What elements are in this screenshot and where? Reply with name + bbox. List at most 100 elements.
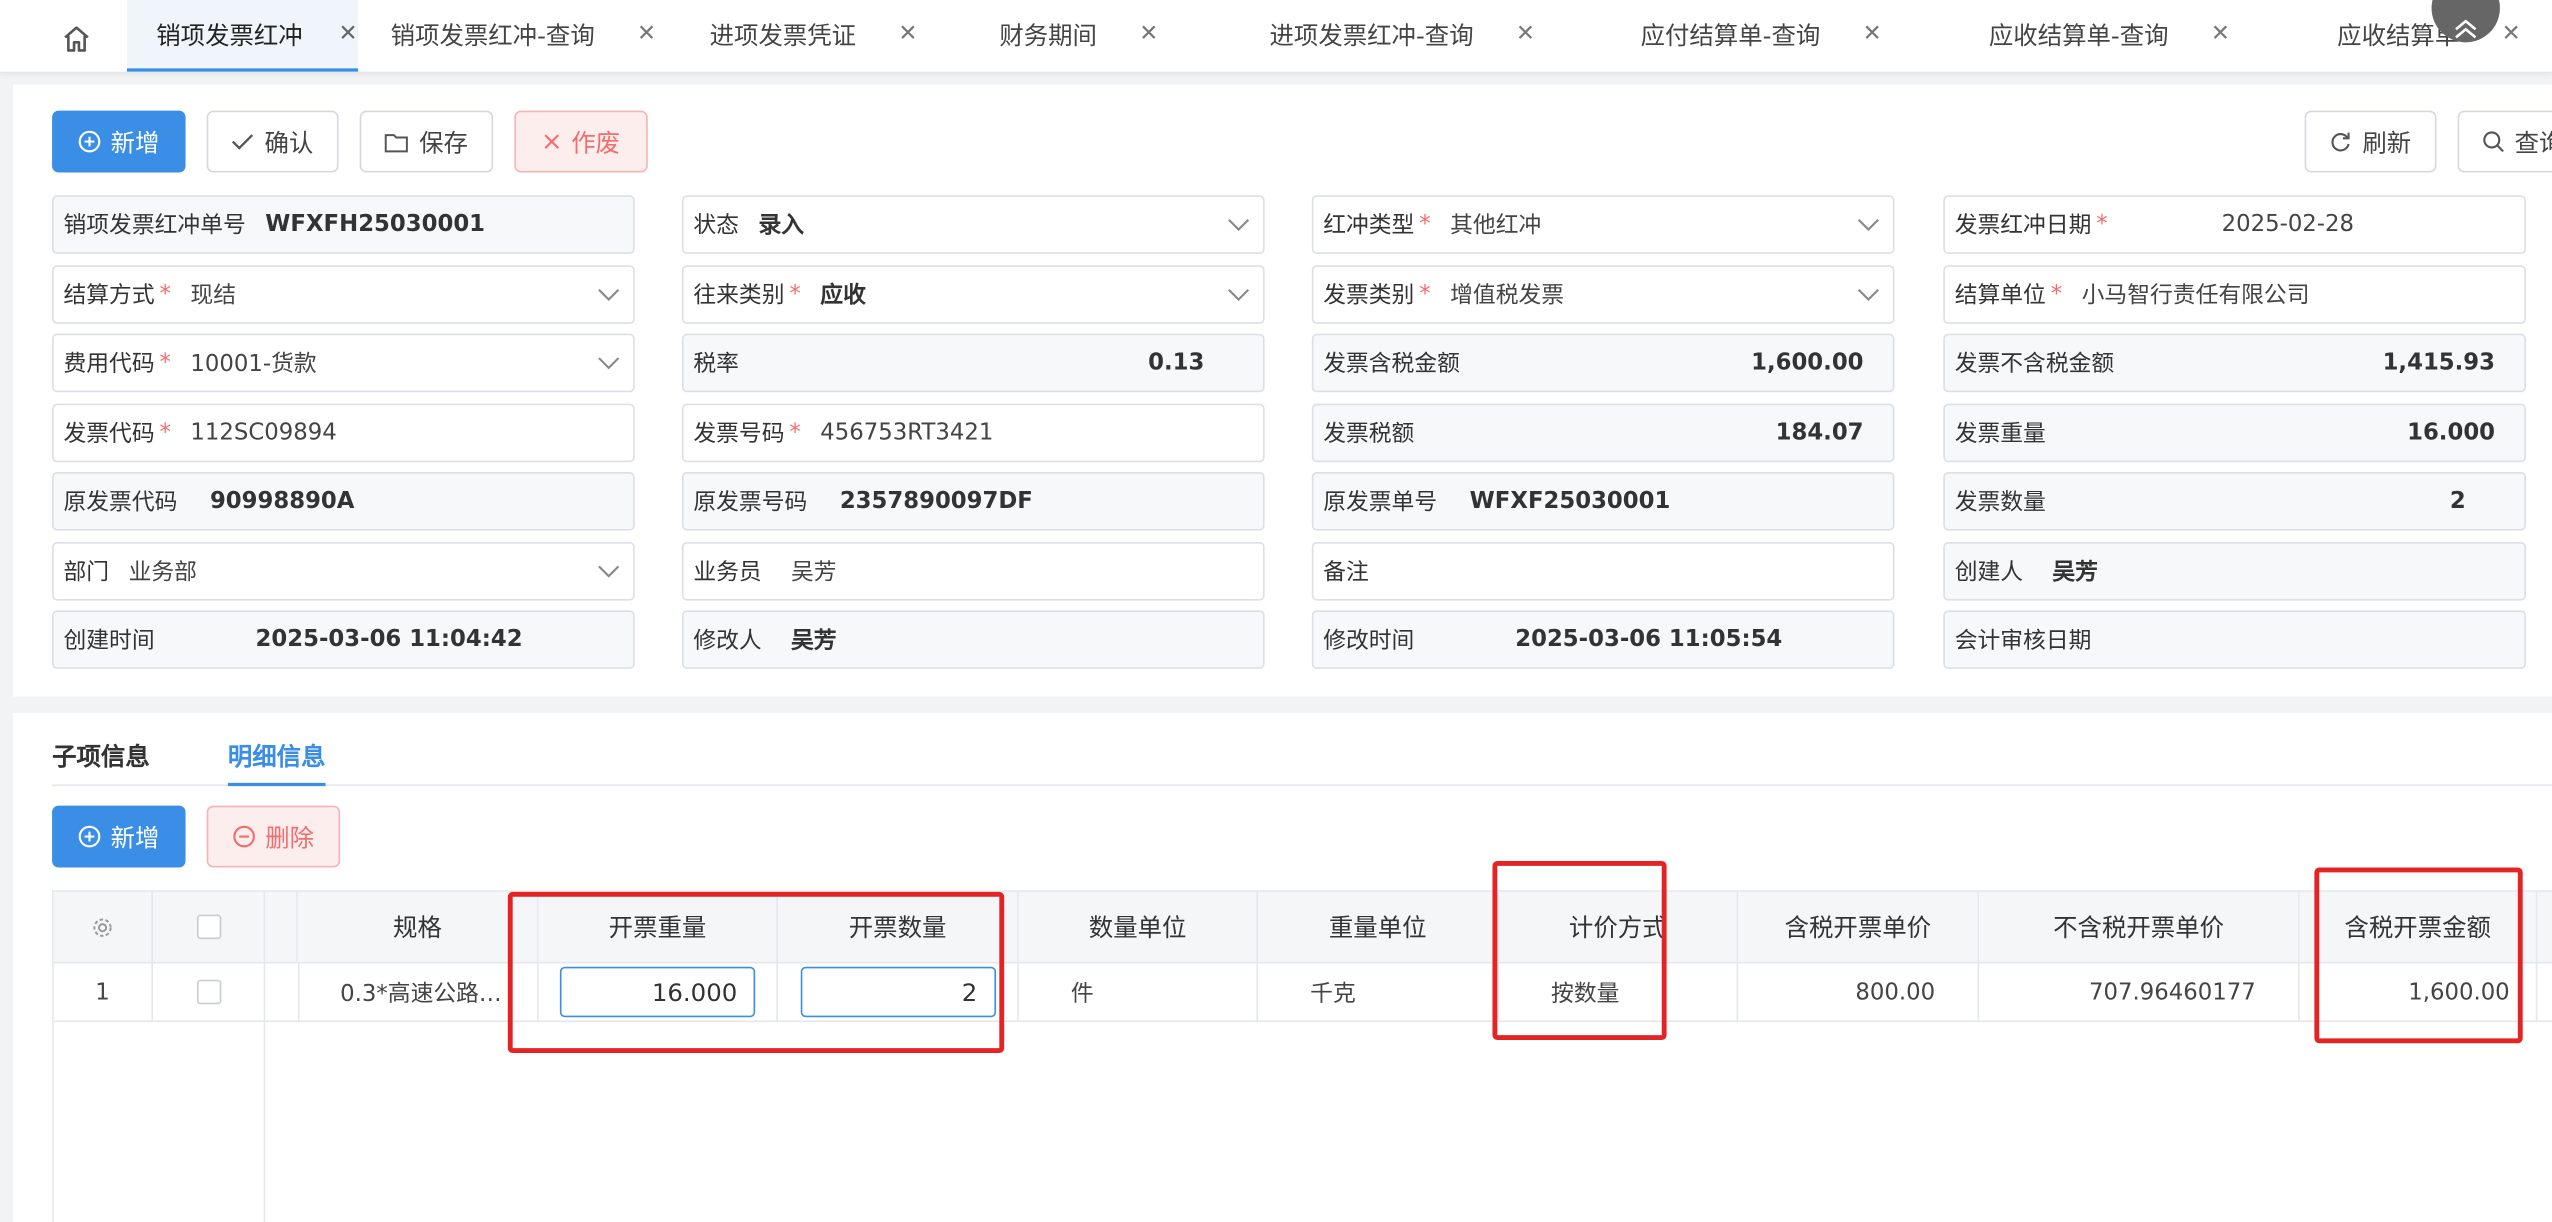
tab-payable-query[interactable]: 应付结算单-查询 ✕ (1588, 0, 1936, 68)
column-header-pricing-method[interactable]: 计价方式 (1498, 891, 1739, 964)
column-header-notax-unit-price[interactable]: 不含税开票单价 (1979, 891, 2300, 964)
modify-time-field[interactable]: 修改时间 2025-03-06 11:05:54 (1311, 610, 1895, 669)
settlement-method-select[interactable]: 结算方式 * 现结 (52, 265, 635, 324)
detail-delete-button[interactable]: 删除 (206, 805, 341, 868)
select-all-checkbox[interactable] (196, 914, 221, 940)
deal-type-select[interactable]: 往来类别 * 应收 (681, 265, 1265, 324)
status-select[interactable]: 状态 录入 (681, 195, 1265, 254)
remark-field[interactable]: 备注 (1311, 541, 1895, 601)
column-header-tax-unit-price[interactable]: 含税开票单价 (1738, 891, 1980, 964)
tab-label: 销项发票红冲-查询 (390, 20, 595, 50)
field-value: 录入 (758, 213, 805, 240)
close-icon[interactable]: ✕ (1139, 21, 1158, 47)
select-all-header[interactable] (152, 891, 266, 964)
confirm-button[interactable]: 确认 (206, 110, 339, 173)
close-icon[interactable]: ✕ (1516, 21, 1535, 47)
minus-circle-icon (233, 825, 255, 848)
field-value: 2025-03-06 11:04:42 (255, 626, 523, 653)
invoice-tax-amount-field[interactable]: 发票含税金额 1,600.00 (1311, 333, 1895, 393)
detail-add-button[interactable]: 新增 (52, 805, 186, 868)
tab-label: 进项发票红冲-查询 (1269, 20, 1474, 50)
tab-detail-info[interactable]: 明细信息 (228, 739, 326, 773)
cell-tax-unit-price[interactable]: 800.00 (1738, 963, 1980, 1023)
column-header-invoice-qty[interactable]: 开票数量 (777, 891, 1019, 964)
save-button[interactable]: 保存 (359, 110, 494, 173)
home-icon[interactable] (46, 13, 108, 65)
creator-field[interactable]: 创建人 吴芳 (1943, 541, 2526, 601)
tab-receivable-query[interactable]: 应收结算单-查询 ✕ (1937, 0, 2285, 68)
invoice-weight-field[interactable]: 发票重量 16.000 (1943, 403, 2526, 463)
detail-add-label: 新增 (110, 822, 160, 853)
create-time-field[interactable]: 创建时间 2025-03-06 11:04:42 (52, 610, 635, 669)
tab-divider (52, 784, 2552, 787)
invoice-weight-input[interactable]: 16.000 (559, 966, 756, 1018)
row-checkbox[interactable] (196, 979, 221, 1005)
settlement-unit-field[interactable]: 结算单位 * 小马智行责任有限公司 (1943, 265, 2526, 324)
column-header-spec[interactable]: 规格 (297, 891, 539, 964)
search-icon (2483, 131, 2504, 153)
tab-purchase-invoice-red-query[interactable]: 进项发票红冲-查询 ✕ (1217, 0, 1588, 68)
required-mark: * (159, 349, 171, 376)
refresh-button[interactable]: 刷新 (2304, 110, 2437, 173)
invoice-qty-input[interactable]: 2 (799, 966, 996, 1018)
invoice-tax-field[interactable]: 发票税额 184.07 (1311, 403, 1895, 463)
tab-sub-items[interactable]: 子项信息 (52, 739, 150, 773)
close-icon[interactable]: ✕ (898, 21, 917, 47)
tab-fiscal-period[interactable]: 财务期间 ✕ (947, 0, 1217, 68)
red-type-select[interactable]: 红冲类型 * 其他红冲 (1311, 195, 1895, 254)
column-header-invoice-weight[interactable]: 开票重量 (538, 891, 778, 964)
column-header-weight-unit[interactable]: 重量单位 (1258, 891, 1499, 964)
original-invoice-number-field[interactable]: 原发票号码 2357890097DF (681, 471, 1265, 531)
close-icon[interactable]: ✕ (2211, 21, 2230, 47)
close-icon[interactable]: ✕ (339, 21, 358, 47)
field-label: 发票数量 (1954, 489, 2046, 516)
cell-weight-unit[interactable]: 千克 (1258, 963, 1499, 1023)
salesperson-field[interactable]: 业务员 吴芳 (681, 541, 1265, 601)
invoice-code-field[interactable]: 发票代码 * 112SC09894 (52, 403, 635, 463)
cell-invoice-weight[interactable]: 16.000 (538, 963, 778, 1023)
department-select[interactable]: 部门 业务部 (52, 541, 635, 601)
invoice-number-field[interactable]: 发票号码 * 456753RT3421 (681, 403, 1265, 463)
red-date-field[interactable]: 发票红冲日期 * 2025-02-28 (1943, 195, 2526, 254)
invoice-quantity-field[interactable]: 发票数量 2 (1943, 471, 2526, 531)
void-button[interactable]: 作废 (514, 110, 648, 173)
invoice-notax-amount-field[interactable]: 发票不含税金额 1,415.93 (1943, 333, 2526, 393)
close-icon[interactable]: ✕ (637, 21, 656, 47)
field-value: 1,415.93 (2382, 349, 2496, 376)
required-mark: * (2096, 211, 2108, 238)
tab-sales-invoice-red[interactable]: 销项发票红冲 ✕ (126, 0, 359, 72)
tab-purchase-invoice-voucher[interactable]: 进项发票凭证 ✕ (684, 0, 948, 68)
fee-code-select[interactable]: 费用代码 * 10001-货款 (52, 333, 635, 393)
required-mark: * (789, 281, 801, 308)
invoice-type-select[interactable]: 发票类别 * 增值税发票 (1311, 265, 1895, 324)
original-invoice-no-field[interactable]: 原发票单号 WFXF25030001 (1311, 471, 1895, 531)
cell-notax-unit-price[interactable]: 707.96460177 (1979, 963, 2300, 1023)
cell-pricing-method[interactable]: 按数量 (1498, 963, 1739, 1023)
column-header-qty-unit[interactable]: 数量单位 (1018, 891, 1259, 964)
cell-invoice-qty[interactable]: 2 (777, 963, 1019, 1023)
close-icon (544, 134, 559, 149)
field-value: 吴芳 (790, 628, 837, 655)
tax-rate-field[interactable]: 税率 0.13 (681, 333, 1265, 393)
cell-tax-amount[interactable]: 1,600.00 (2299, 963, 2538, 1023)
row-spacer (265, 963, 300, 1023)
field-label: 修改时间 (1323, 628, 1415, 655)
refresh-icon (2332, 132, 2351, 152)
query-button[interactable]: 查询 (2457, 110, 2552, 173)
close-icon[interactable]: ✕ (2502, 21, 2521, 47)
save-button-label: 保存 (419, 127, 468, 158)
close-icon[interactable]: ✕ (1863, 21, 1882, 47)
tab-receivable[interactable]: 应收结算单 ✕ (2285, 0, 2552, 68)
audit-date-field[interactable]: 会计审核日期 (1943, 610, 2526, 669)
row-checkbox-cell[interactable] (152, 963, 266, 1023)
invoice-red-no-field[interactable]: 销项发票红冲单号 WFXFH25030001 (52, 195, 635, 254)
original-invoice-code-field[interactable]: 原发票代码 90998890A (52, 471, 635, 531)
field-value: 456753RT3421 (820, 419, 994, 446)
modifier-field[interactable]: 修改人 吴芳 (681, 610, 1265, 669)
tab-sales-invoice-red-query[interactable]: 销项发票红冲-查询 ✕ (358, 0, 684, 68)
cell-qty-unit[interactable]: 件 (1018, 963, 1259, 1023)
add-button[interactable]: 新增 (52, 110, 186, 173)
column-settings-header[interactable] (53, 891, 153, 964)
column-header-tax-amount[interactable]: 含税开票金额 (2299, 891, 2538, 964)
cell-spec[interactable]: 0.3*高速公路… (297, 963, 539, 1023)
